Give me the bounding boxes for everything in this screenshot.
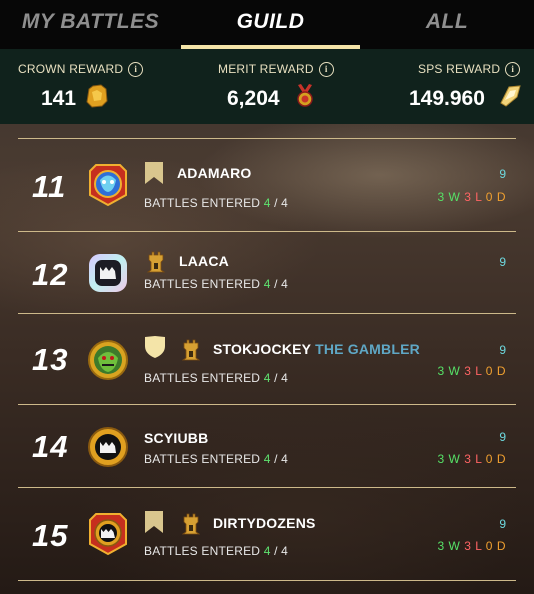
battles-entered: BATTLES ENTERED 4 / 4 — [144, 196, 289, 210]
merit-reward: MERIT REWARD i — [218, 62, 334, 77]
merit-medal-icon — [297, 84, 313, 107]
crown-token-icon — [86, 84, 108, 108]
guild-avatar-icon[interactable] — [86, 425, 130, 469]
player-title: THE GAMBLER — [315, 341, 420, 357]
banner-badge-icon — [145, 162, 163, 184]
info-icon[interactable]: i — [128, 62, 144, 77]
battles-entered: BATTLES ENTERED 4 / 4 — [144, 452, 289, 466]
row-divider — [18, 580, 516, 581]
sps-reward-value: 149.960 — [409, 87, 485, 110]
score: 9 — [499, 167, 506, 181]
tower-badge-icon — [182, 339, 200, 361]
player-name[interactable]: DIRTYDOZENS — [213, 515, 316, 531]
win-loss-draw: 3 W 3 L 0 D — [437, 539, 506, 553]
table-row[interactable]: 12 LAACA BATTLES ENTERED 4 / 4 9 — [18, 232, 516, 313]
info-icon[interactable]: i — [505, 62, 521, 77]
battles-entered: BATTLES ENTERED 4 / 4 — [144, 277, 289, 291]
table-row[interactable]: 11 ADAMARO BATTLES ENTERED 4 / 4 9 3 W 3… — [18, 139, 516, 231]
score: 9 — [499, 517, 506, 531]
sps-reward: SPS REWARD i — [418, 62, 521, 77]
rank-number: 15 — [32, 518, 69, 553]
sps-crystal-icon — [500, 85, 521, 107]
player-name[interactable]: SCYIUBB — [144, 430, 208, 446]
guild-avatar-icon[interactable] — [86, 251, 130, 295]
merit-reward-value: 6,204 — [227, 87, 280, 110]
table-row[interactable]: 14 SCYIUBB BATTLES ENTERED 4 / 4 9 3 W 3… — [18, 405, 516, 487]
guild-avatar-icon[interactable] — [86, 512, 130, 556]
tab-bar: MY BATTLES GUILD ALL — [0, 0, 534, 49]
sps-reward-label: SPS REWARD — [418, 62, 501, 76]
tab-all[interactable]: ALL — [360, 0, 534, 49]
merit-reward-label: MERIT REWARD — [218, 62, 314, 76]
table-row[interactable]: 15 DIRTYDOZENS BATTLES ENTERED 4 / 4 9 3… — [18, 488, 516, 580]
battles-entered: BATTLES ENTERED 4 / 4 — [144, 544, 289, 558]
guild-avatar-icon[interactable] — [86, 163, 130, 207]
tower-badge-icon — [147, 251, 165, 273]
win-loss-draw: 3 W 3 L 0 D — [437, 452, 506, 466]
rank-number: 13 — [32, 342, 69, 377]
score: 9 — [499, 343, 506, 357]
player-name[interactable]: STOKJOCKEY THE GAMBLER — [213, 341, 420, 357]
guild-avatar-icon[interactable] — [86, 338, 130, 382]
score: 9 — [499, 430, 506, 444]
crown-reward: CROWN REWARD i — [18, 62, 144, 77]
shield-badge-icon — [145, 336, 165, 358]
tower-badge-icon — [182, 513, 200, 535]
banner-badge-icon — [145, 511, 163, 533]
info-icon[interactable]: i — [318, 62, 334, 77]
player-name[interactable]: LAACA — [179, 253, 229, 269]
battles-entered: BATTLES ENTERED 4 / 4 — [144, 371, 289, 385]
tab-guild[interactable]: GUILD — [181, 0, 360, 49]
win-loss-draw: 3 W 3 L 0 D — [437, 364, 506, 378]
rewards-bar: CROWN REWARD i 141 MERIT REWARD i 6,204 SP… — [0, 49, 534, 124]
win-loss-draw: 3 W 3 L 0 D — [437, 190, 506, 204]
rank-number: 11 — [32, 169, 67, 204]
crown-reward-label: CROWN REWARD — [18, 62, 124, 76]
rank-number: 12 — [32, 257, 69, 292]
crown-reward-value: 141 — [41, 87, 77, 110]
tab-my-battles[interactable]: MY BATTLES — [0, 0, 181, 49]
score: 9 — [499, 255, 506, 269]
rank-number: 14 — [32, 429, 69, 464]
table-row[interactable]: 13 STOKJOCKEY THE GAMBLER BATTLES ENTERE… — [18, 314, 516, 404]
player-name[interactable]: ADAMARO — [177, 165, 252, 181]
